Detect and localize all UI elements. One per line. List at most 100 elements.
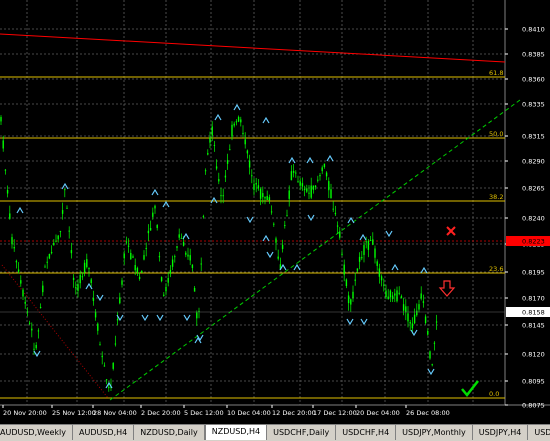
candle-body: [121, 280, 123, 285]
time-axis-label: 17 Dec 12:00: [313, 409, 357, 417]
candle-body: [281, 244, 284, 250]
candle-body: [308, 192, 310, 194]
check-icon: [461, 380, 479, 397]
candle-body: [429, 351, 431, 359]
time-axis-label: 25 Nov 12:00: [52, 409, 96, 417]
candle-body: [174, 256, 176, 258]
fractal-down-arrow-icon: [266, 251, 274, 259]
fractal-up-arrow-icon: [262, 116, 270, 124]
candle-body: [433, 342, 436, 344]
tab-usdjpy-h4[interactable]: USDJPY,H4: [473, 425, 529, 440]
candle-body: [147, 230, 150, 234]
fractal-up-arrow-icon: [347, 216, 355, 224]
candle-body: [202, 216, 205, 218]
candle-body: [391, 295, 394, 300]
tab-usdcad-week[interactable]: USDCAD,Week: [528, 425, 550, 440]
candle-body: [167, 278, 169, 283]
candle-body: [31, 328, 33, 331]
candle-body: [312, 185, 315, 190]
candle-body: [264, 197, 266, 199]
candle-body: [4, 169, 7, 171]
fractal-up-arrow-icon: [326, 154, 334, 162]
candle-body: [99, 344, 101, 346]
candle-body: [132, 256, 134, 258]
candle-body: [242, 132, 244, 135]
candle-body: [75, 287, 77, 289]
tab-usdchf-daily[interactable]: USDCHF,Daily: [267, 425, 337, 440]
candle-body: [376, 261, 378, 266]
candle-body: [253, 183, 255, 190]
time-axis-label: 20 Nov 20:00: [3, 409, 47, 417]
candle-body: [268, 197, 271, 201]
fractal-up-arrow-icon: [359, 233, 367, 241]
fractal-down-arrow-icon: [183, 314, 191, 322]
candle-body: [15, 260, 18, 263]
chart-area[interactable]: 0.8410 0.8385 0.8360 0.8335 0.8315 0.8290 0.82…: [0, 0, 550, 421]
candle-body: [413, 314, 416, 324]
candle-body: [317, 179, 319, 181]
price-axis-label: 0.8410: [522, 26, 545, 34]
candle-body: [127, 245, 130, 247]
candle-body: [299, 181, 301, 186]
candle-body: [427, 330, 429, 335]
candle-body: [59, 230, 62, 232]
fractal-down-arrow-icon: [33, 350, 41, 358]
candle-body: [55, 240, 57, 242]
candle-body: [328, 181, 330, 191]
candle-body: [409, 322, 411, 324]
fractal-up-arrow-icon: [16, 206, 24, 214]
candle-body: [297, 181, 299, 183]
candle-body: [295, 172, 297, 174]
current-price-label: 0.8158: [522, 309, 545, 317]
tab-usdchf-h4[interactable]: USDCHF,H4: [336, 425, 397, 440]
candle-body: [180, 237, 183, 239]
candle-body: [339, 231, 341, 238]
candle-body: [424, 316, 427, 324]
candle-body: [88, 267, 90, 270]
tab-usdjpy-monthly[interactable]: USDJPY,Monthly: [396, 425, 473, 440]
price-chart[interactable]: 0.8410 0.8385 0.8360 0.8335 0.8315 0.8290 0.82…: [0, 0, 550, 421]
price-axis-label: 0.8385: [522, 51, 545, 59]
candle-body: [387, 296, 389, 300]
candle-body: [35, 344, 37, 349]
down-arrow-icon: [438, 280, 456, 297]
candle-body: [39, 306, 42, 308]
fib-level-label: 0.0: [489, 390, 499, 398]
tab-nzdusd-daily[interactable]: NZDUSD,Daily: [134, 425, 205, 440]
candle-body: [11, 237, 13, 245]
candle-body: [350, 299, 352, 305]
candle-body: [72, 277, 75, 281]
candle-body: [229, 149, 231, 151]
candle-body: [235, 121, 238, 123]
red-dotted-trendline: [1, 264, 109, 399]
candle-body: [204, 170, 207, 172]
candle-body: [185, 252, 187, 255]
candle-body: [244, 139, 246, 145]
tab-audusd-h4[interactable]: AUDUSD,H4: [73, 425, 135, 440]
candle-body: [231, 124, 233, 137]
candle-body: [68, 230, 70, 232]
tab-nzdusd-h4[interactable]: NZDUSD,H4: [204, 425, 268, 440]
candle-body: [343, 264, 345, 275]
candle-body: [334, 212, 337, 215]
candle-body: [248, 160, 251, 168]
candle-body: [367, 240, 370, 250]
candle-body: [292, 170, 295, 173]
candle-body: [165, 286, 167, 292]
fractal-down-arrow-icon: [141, 314, 149, 322]
candle-body: [215, 166, 218, 169]
tab-audusd-weekly[interactable]: AUDUSD,Weekly: [0, 425, 73, 440]
candle-body: [13, 247, 15, 249]
candle-body: [114, 343, 117, 345]
candle-body: [220, 195, 222, 197]
candle-body: [303, 188, 306, 190]
candle-body: [163, 294, 165, 296]
candle-body: [347, 295, 350, 304]
candle-body: [171, 259, 174, 267]
candle-body: [286, 215, 288, 217]
candle-body: [46, 261, 48, 263]
candle-body: [193, 287, 196, 292]
candle-body: [2, 140, 4, 149]
candle-body: [92, 298, 95, 301]
candle-body: [169, 269, 172, 274]
